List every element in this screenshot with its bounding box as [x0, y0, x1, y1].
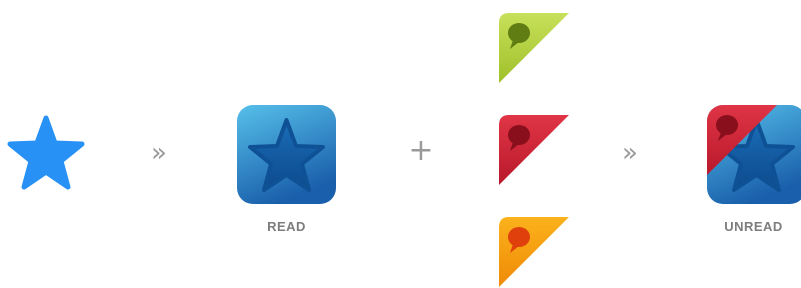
read-label: READ — [267, 219, 306, 234]
star-icon — [6, 114, 86, 194]
red-speech-bubble-corner-icon — [499, 115, 570, 186]
plus-sign: + — [408, 133, 434, 168]
arrow-separator: » — [622, 138, 638, 168]
unread-app-icon — [706, 104, 801, 205]
orange-speech-bubble-corner-icon — [499, 217, 570, 288]
unread-label: UNREAD — [724, 219, 783, 234]
read-app-icon — [236, 104, 337, 205]
arrow-separator: » — [151, 138, 167, 168]
green-speech-bubble-corner-icon — [499, 13, 570, 84]
